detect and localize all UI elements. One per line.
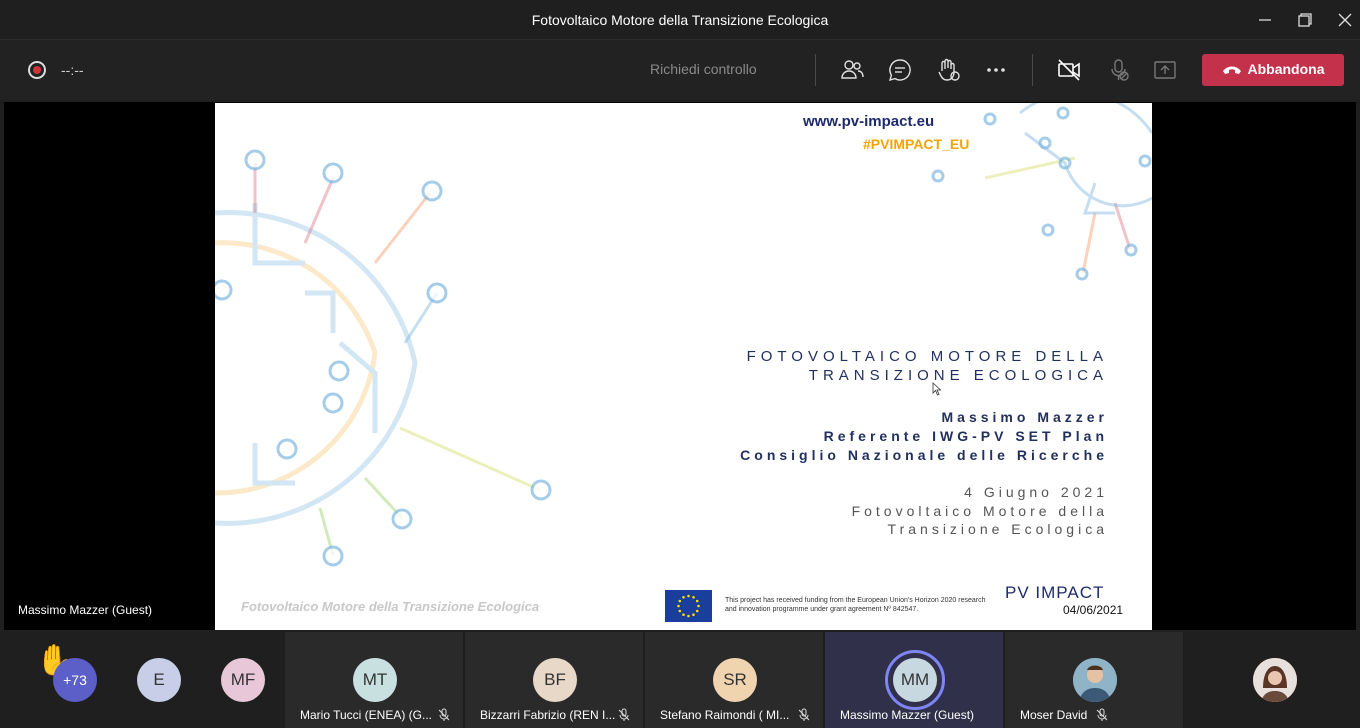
shared-slide: www.pv-impact.eu #PVIMPACT_EU FOTOVOLTAI… [215, 103, 1152, 630]
mic-muted-icon [618, 708, 630, 721]
slide-title-line1: FOTOVOLTAICO MOTORE DELLA [746, 348, 1108, 365]
meeting-toolbar: --:-- Richiedi controllo Abbandona [0, 40, 1360, 100]
title-bar: Fotovoltaico Motore della Transizione Ec… [0, 0, 1360, 40]
leave-button[interactable]: Abbandona [1202, 54, 1344, 86]
restore-icon[interactable] [1293, 8, 1317, 32]
minimize-icon[interactable] [1253, 8, 1277, 32]
participant-name: Moser David [1020, 708, 1088, 722]
chat-icon[interactable] [887, 57, 913, 83]
participant-avatar: SR [713, 658, 757, 702]
participant-name: Stefano Raimondi ( MI... [660, 708, 790, 722]
participant-photo [1073, 658, 1117, 702]
mic-disabled-icon[interactable] [1106, 57, 1132, 83]
slide-footer-title: Fotovoltaico Motore della Transizione Ec… [241, 599, 540, 614]
leave-label: Abbandona [1247, 61, 1325, 78]
hang-up-icon [1222, 63, 1242, 79]
slide-title-line2: TRANSIZIONE ECOLOGICA [808, 367, 1108, 384]
slide-hashtag: #PVIMPACT_EU [863, 136, 970, 152]
toolbar-divider [815, 54, 816, 86]
mic-muted-icon [1096, 708, 1108, 721]
slide-url: www.pv-impact.eu [803, 113, 935, 130]
window-title: Fotovoltaico Motore della Transizione Ec… [531, 12, 829, 28]
participant-avatar: BF [533, 658, 577, 702]
request-control-button[interactable]: Richiedi controllo [650, 61, 757, 77]
raise-hand-icon[interactable] [935, 57, 961, 83]
participant-avatar[interactable]: E [137, 658, 181, 702]
participant-name: Mario Tucci (ENEA) (G... [300, 708, 433, 722]
participants-icon[interactable] [839, 57, 865, 83]
participant-avatar[interactable]: MF [221, 658, 265, 702]
participant-avatar: MT [353, 658, 397, 702]
mic-muted-icon [438, 708, 450, 721]
self-video-preview[interactable] [1253, 658, 1297, 702]
participant-name: Massimo Mazzer (Guest) [840, 708, 975, 722]
slide-institution: Consiglio Nazionale delle Ricerche [740, 447, 1108, 463]
mic-muted-icon [798, 708, 810, 721]
meeting-timer: --:-- [61, 62, 84, 78]
toolbar-divider [1032, 54, 1033, 86]
recording-icon [28, 61, 46, 79]
funding-notice: This project has received funding from t… [725, 597, 986, 613]
slide-date-line: 4 Giugno 2021 [964, 484, 1108, 500]
slide-footer-date: 04/06/2021 [1063, 603, 1124, 617]
overflow-participants-button[interactable]: +73 [53, 658, 97, 702]
participant-avatar: MM [893, 658, 937, 702]
slide-event-line1: Fotovoltaico Motore della [851, 503, 1108, 519]
more-actions-icon[interactable] [983, 57, 1009, 83]
slide-event-line2: Transizione Ecologica [887, 521, 1108, 537]
share-tray-icon[interactable] [1152, 57, 1178, 83]
camera-off-icon[interactable] [1056, 57, 1082, 83]
slide-author: Massimo Mazzer [941, 409, 1108, 425]
pv-impact-logo: PV IMPACT [1005, 583, 1105, 602]
presenter-name-tag: Massimo Mazzer (Guest) [18, 603, 153, 617]
close-icon[interactable] [1333, 8, 1357, 32]
mouse-cursor-icon [932, 382, 942, 396]
eu-flag-icon [665, 590, 712, 622]
participant-name: Bizzarri Fabrizio (REN I... [480, 708, 616, 722]
slide-role: Referente IWG-PV SET Plan [823, 428, 1108, 444]
